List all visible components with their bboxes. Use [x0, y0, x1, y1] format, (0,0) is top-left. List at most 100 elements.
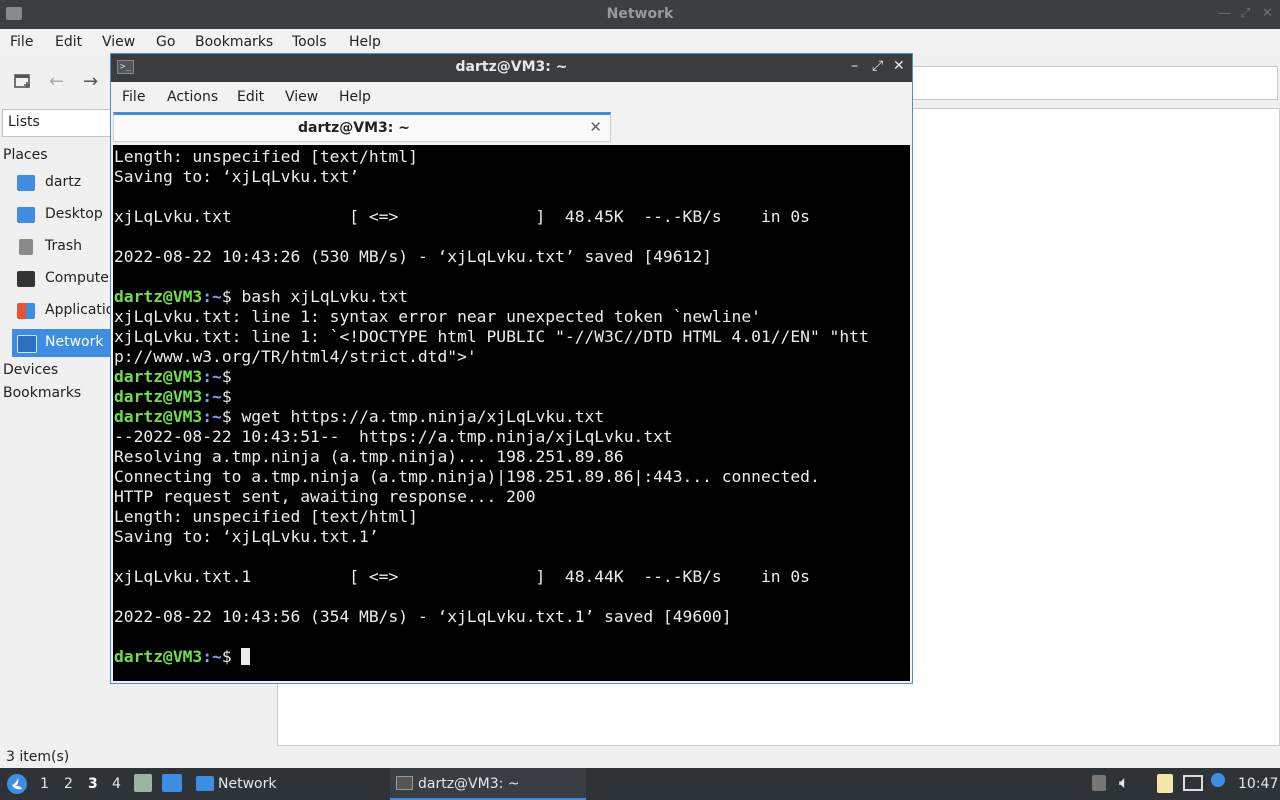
close-tab-icon[interactable]: ✕ — [589, 118, 602, 136]
taskbar: 1 2 3 4 Network dartz@VM3: ~ 🔈︎ 10:47 — [0, 768, 1280, 800]
close-button[interactable]: ✕ — [1262, 6, 1273, 21]
new-tab-icon[interactable] — [14, 72, 32, 95]
menu-view[interactable]: View — [102, 34, 135, 50]
output-line: 2022-08-22 10:43:56 (354 MB/s) - ‘xjLqLv… — [114, 607, 732, 626]
network-icon — [17, 335, 37, 353]
terminal-output[interactable]: Length: unspecified [text/html] Saving t… — [113, 145, 910, 681]
back-icon[interactable]: ← — [49, 71, 64, 92]
output-line: Resolving a.tmp.ninja (a.tmp.ninja)... 1… — [114, 447, 624, 466]
prompt-user: dartz@VM3 — [114, 287, 203, 306]
sidebar-item-applications[interactable]: Applications — [12, 297, 131, 325]
window-title: Network — [606, 6, 674, 22]
applications-icon — [17, 303, 35, 319]
clipboard-icon[interactable] — [1157, 774, 1173, 793]
prompt-path: :~ — [202, 407, 222, 426]
maximize-button[interactable]: ⤢ — [1240, 6, 1250, 21]
terminal-tab-bar: dartz@VM3: ~ ✕ — [111, 112, 912, 144]
menu-file[interactable]: File — [122, 89, 145, 105]
prompt-path: :~ — [202, 287, 222, 306]
desktop-icon — [17, 207, 35, 223]
output-line: p://www.w3.org/TR/html4/strict.dtd">' — [114, 347, 477, 366]
tab-label: dartz@VM3: ~ — [298, 120, 410, 136]
output-line: Saving to: ‘xjLqLvku.txt.1’ — [114, 527, 379, 546]
computer-icon — [17, 271, 35, 287]
notification-icon[interactable] — [1211, 773, 1225, 787]
task-terminal[interactable]: dartz@VM3: ~ — [390, 768, 586, 800]
location-bar[interactable] — [912, 66, 1278, 100]
devices-heading[interactable]: Devices — [3, 362, 58, 378]
output-line: xjLqLvku.txt: line 1: syntax error near … — [114, 307, 761, 326]
sidebar-item-dartz[interactable]: dartz — [12, 169, 112, 197]
menu-go[interactable]: Go — [156, 34, 175, 50]
prompt-line: dartz@VM3:~$ bash xjLqLvku.txt — [114, 287, 409, 306]
minimize-button[interactable]: — — [1218, 6, 1231, 21]
sidebar-item-desktop[interactable]: Desktop — [12, 201, 112, 229]
menu-help[interactable]: Help — [339, 89, 371, 105]
bookmarks-heading[interactable]: Bookmarks — [3, 385, 81, 401]
prompt-path: :~ — [202, 367, 222, 386]
output-line: Length: unspecified [text/html] — [114, 507, 418, 526]
prompt-user: dartz@VM3 — [114, 367, 203, 386]
network-connection-icon[interactable] — [1183, 775, 1203, 791]
output-line: Connecting to a.tmp.ninja (a.tmp.ninja)|… — [114, 467, 820, 486]
side-pane-mode-select[interactable]: Lists — [2, 109, 124, 137]
menu-help[interactable]: Help — [349, 34, 381, 50]
prompt-user: dartz@VM3 — [114, 387, 203, 406]
sidebar-item-computer[interactable]: Computer — [12, 265, 115, 293]
terminal-text: Length: unspecified [text/html] Saving t… — [114, 147, 869, 667]
output-line: xjLqLvku.txt [ <=> ] 48.45K --.-KB/s in … — [114, 207, 810, 226]
close-button[interactable]: ✕ — [893, 58, 905, 74]
terminal-icon — [396, 776, 413, 790]
start-menu-icon[interactable] — [6, 773, 28, 799]
prompt-line: dartz@VM3:~$ — [114, 647, 251, 666]
output-line: HTTP request sent, awaiting response... … — [114, 487, 536, 506]
volume-icon[interactable]: 🔈︎ — [1119, 773, 1129, 793]
desktop-icon[interactable] — [162, 774, 182, 792]
prompt-line: dartz@VM3:~$ — [114, 387, 232, 406]
sidebar-item-trash[interactable]: Trash — [12, 233, 112, 261]
workspace-1[interactable]: 1 — [40, 776, 49, 792]
text-cursor — [241, 648, 251, 665]
tab-terminal[interactable]: dartz@VM3: ~ ✕ — [113, 112, 611, 142]
prompt-user: dartz@VM3 — [114, 647, 203, 666]
minimize-button[interactable]: – — [851, 58, 858, 74]
task-network[interactable]: Network — [192, 768, 372, 800]
output-line: xjLqLvku.txt: line 1: `<!DOCTYPE html PU… — [114, 327, 869, 346]
workspace-4[interactable]: 4 — [112, 776, 121, 792]
menu-bookmarks[interactable]: Bookmarks — [195, 34, 273, 50]
places-sidebar: Places dartz Desktop Trash Computer Appl… — [0, 140, 131, 760]
status-bar: 3 item(s) — [6, 749, 70, 765]
terminal-window: >_ dartz@VM3: ~ – ⤢ ✕ File Actions Edit … — [110, 53, 913, 684]
show-desktop-icon[interactable] — [134, 774, 152, 792]
folder-icon — [196, 776, 214, 791]
clock[interactable]: 10:47 — [1238, 776, 1278, 792]
output-line: --2022-08-22 10:43:51-- https://a.tmp.ni… — [114, 427, 673, 446]
trash-icon — [19, 239, 33, 255]
file-manager-titlebar: Network — ⤢ ✕ — [0, 0, 1280, 29]
terminal-menubar: File Actions Edit View Help — [111, 82, 912, 112]
prompt-line: dartz@VM3:~$ wget https://a.tmp.ninja/xj… — [114, 407, 605, 426]
workspace-2[interactable]: 2 — [64, 776, 73, 792]
menu-edit[interactable]: Edit — [237, 89, 264, 105]
terminal-title: dartz@VM3: ~ — [455, 59, 568, 75]
prompt-line: dartz@VM3:~$ — [114, 367, 232, 386]
maximize-button[interactable]: ⤢ — [872, 58, 883, 74]
home-folder-icon — [17, 175, 35, 191]
output-line: xjLqLvku.txt.1 [ <=> ] 48.44K --.-KB/s i… — [114, 567, 810, 586]
menu-file[interactable]: File — [10, 34, 33, 50]
output-line: 2022-08-22 10:43:26 (530 MB/s) - ‘xjLqLv… — [114, 247, 712, 266]
output-line: Length: unspecified [text/html] — [114, 147, 418, 166]
sidebar-item-network[interactable]: Network — [12, 329, 112, 357]
terminal-titlebar: >_ dartz@VM3: ~ – ⤢ ✕ — [111, 54, 912, 82]
menu-view[interactable]: View — [285, 89, 318, 105]
prompt-user: dartz@VM3 — [114, 407, 203, 426]
menu-tools[interactable]: Tools — [292, 34, 327, 50]
prompt-path: :~ — [202, 647, 222, 666]
menu-actions[interactable]: Actions — [167, 89, 218, 105]
workspace-3[interactable]: 3 — [88, 776, 98, 792]
menu-edit[interactable]: Edit — [55, 34, 82, 50]
places-heading: Places — [3, 147, 48, 163]
output-line: Saving to: ‘xjLqLvku.txt’ — [114, 167, 360, 186]
eject-icon[interactable] — [1092, 775, 1106, 791]
forward-icon[interactable]: → — [83, 71, 98, 92]
